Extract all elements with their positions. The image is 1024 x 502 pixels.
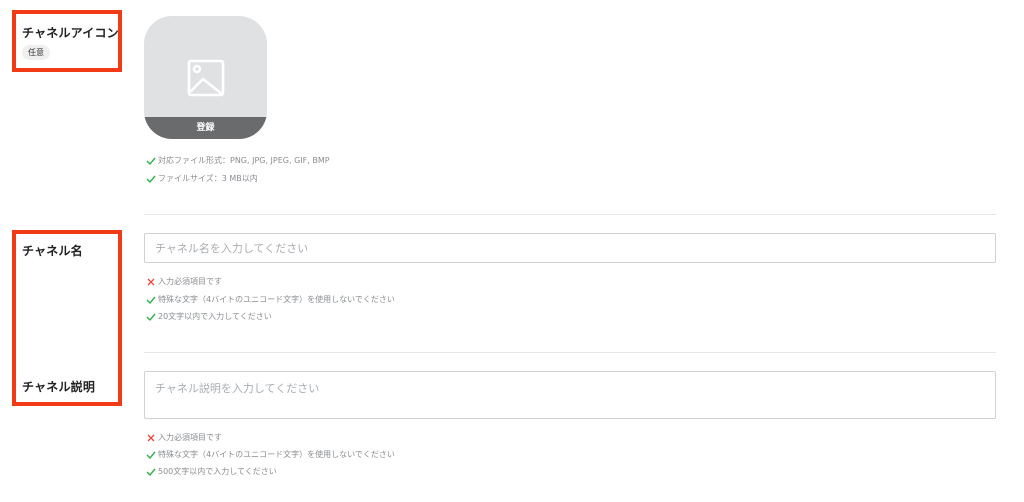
note-char-limit: 500文字以内で入力してください [146,466,277,477]
note-text: 特殊な文字（4バイトのユニコード文字）を使用しないでください [158,295,395,304]
note-text: 入力必須項目です [158,433,222,442]
channel-name-input[interactable] [144,233,996,263]
check-icon [146,451,156,459]
note-text: 特殊な文字（4バイトのユニコード文字）を使用しないでください [158,450,395,459]
register-button[interactable]: 登録 [144,117,267,139]
cross-icon [147,434,155,441]
check-icon [146,468,156,476]
image-icon [187,59,225,97]
highlight-box-icon [12,10,122,72]
note-text: 対応ファイル形式：PNG, JPG, JPEG, GIF, BMP [158,156,330,165]
check-icon [146,296,156,304]
check-icon [146,313,156,321]
note-required: 入力必須項目です [146,276,222,287]
note-special-chars: 特殊な文字（4バイトのユニコード文字）を使用しないでください [146,449,395,460]
divider [144,352,996,353]
note-text: 20文字以内で入力してください [158,312,272,321]
divider [144,214,996,215]
cross-icon [147,278,155,285]
note-file-size: ファイルサイズ：3 MB以内 [146,173,258,184]
note-text: 500文字以内で入力してください [158,467,277,476]
note-required: 入力必須項目です [146,432,222,443]
note-file-format: 対応ファイル形式：PNG, JPG, JPEG, GIF, BMP [146,155,330,166]
note-text: 入力必須項目です [158,277,222,286]
note-char-limit: 20文字以内で入力してください [146,311,272,322]
note-text: ファイルサイズ：3 MB以内 [158,174,258,183]
check-icon [146,175,156,183]
check-icon [146,157,156,165]
note-special-chars: 特殊な文字（4バイトのユニコード文字）を使用しないでください [146,294,395,305]
channel-description-label: チャネル説明 [22,380,96,394]
channel-description-input[interactable] [144,371,996,419]
channel-icon-upload[interactable]: 登録 [144,16,267,139]
